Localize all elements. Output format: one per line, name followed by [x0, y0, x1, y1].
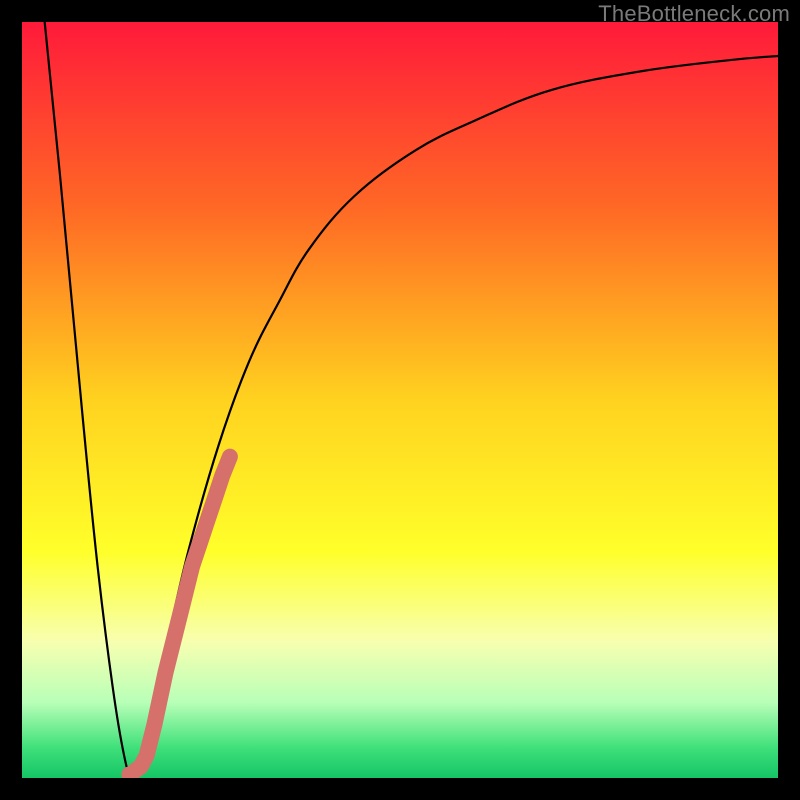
watermark-text: TheBottleneck.com [598, 1, 790, 27]
gradient-background [22, 22, 778, 778]
chart-frame: TheBottleneck.com [0, 0, 800, 800]
chart-svg [22, 22, 778, 778]
plot-area [22, 22, 778, 778]
